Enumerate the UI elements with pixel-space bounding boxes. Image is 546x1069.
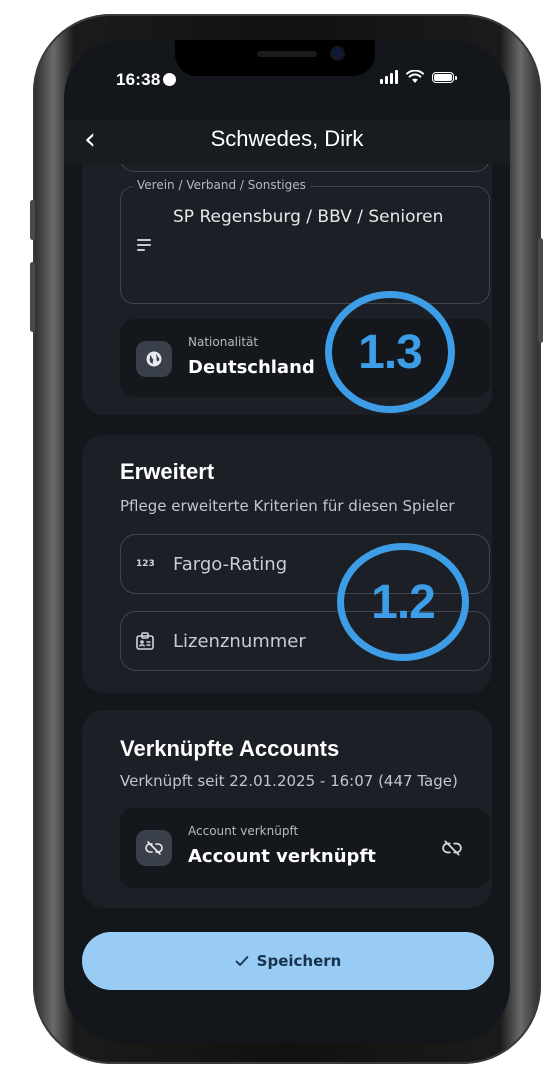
signal-icon	[380, 70, 398, 84]
link-off-icon	[136, 830, 172, 866]
phone-screen: 16:38 ‹ Schwedes, Dirk Verein / Verband …	[64, 40, 510, 1043]
extended-subtitle: Pflege erweiterte Kriterien für diesen S…	[120, 497, 455, 515]
time-text: 16:38	[116, 70, 161, 89]
club-field-label: Verein / Verband / Sonstiges	[133, 178, 310, 192]
club-field[interactable]: Verein / Verband / Sonstiges SP Regensbu…	[120, 178, 490, 304]
number-icon: 123	[136, 559, 155, 569]
linked-accounts-card: Verknüpfte Accounts Verknüpft seit 22.01…	[82, 710, 492, 908]
extended-title: Erweitert	[120, 459, 215, 484]
speaker	[257, 51, 317, 57]
linked-account-value: Account verknüpft	[188, 846, 376, 867]
id-badge-icon	[136, 632, 154, 650]
annotation-marker-1-3: 1.3	[325, 291, 455, 413]
wifi-icon	[406, 70, 424, 83]
annotation-label-1-2: 1.2	[371, 575, 436, 629]
check-icon	[235, 956, 249, 966]
linked-account-caption: Account verknüpft	[188, 824, 299, 838]
smiley-icon	[163, 73, 177, 86]
nationality-value: Deutschland	[188, 357, 315, 378]
save-button[interactable]: Speichern	[82, 932, 494, 990]
page-title: Schwedes, Dirk	[210, 126, 364, 151]
side-button-right	[538, 238, 543, 343]
front-camera	[332, 48, 343, 59]
battery-icon	[432, 71, 457, 83]
notch	[175, 40, 375, 76]
globe-icon	[136, 341, 172, 377]
fargo-rating-label: Fargo-Rating	[173, 554, 288, 575]
linked-accounts-title: Verknüpfte Accounts	[120, 736, 340, 761]
side-button-left-lower	[30, 262, 35, 332]
unlink-icon[interactable]	[442, 838, 462, 858]
annotation-label-1-3: 1.3	[358, 325, 423, 379]
linked-account-tile[interactable]: Account verknüpft Account verknüpft	[120, 808, 490, 888]
side-button-left	[30, 200, 35, 240]
annotation-marker-1-2: 1.2	[337, 543, 469, 661]
license-number-label: Lizenznummer	[173, 631, 306, 652]
club-field-value: SP Regensburg / BBV / Senioren	[173, 207, 444, 227]
text-lines-icon	[137, 239, 151, 254]
linked-accounts-subtitle: Verknüpft seit 22.01.2025 - 16:07 (447 T…	[120, 772, 458, 790]
save-button-label: Speichern	[256, 952, 342, 970]
nav-bar: ‹ Schwedes, Dirk	[64, 120, 510, 164]
nationality-caption: Nationalität	[188, 335, 259, 349]
status-time: 16:38	[116, 70, 177, 90]
status-icons	[380, 70, 457, 84]
